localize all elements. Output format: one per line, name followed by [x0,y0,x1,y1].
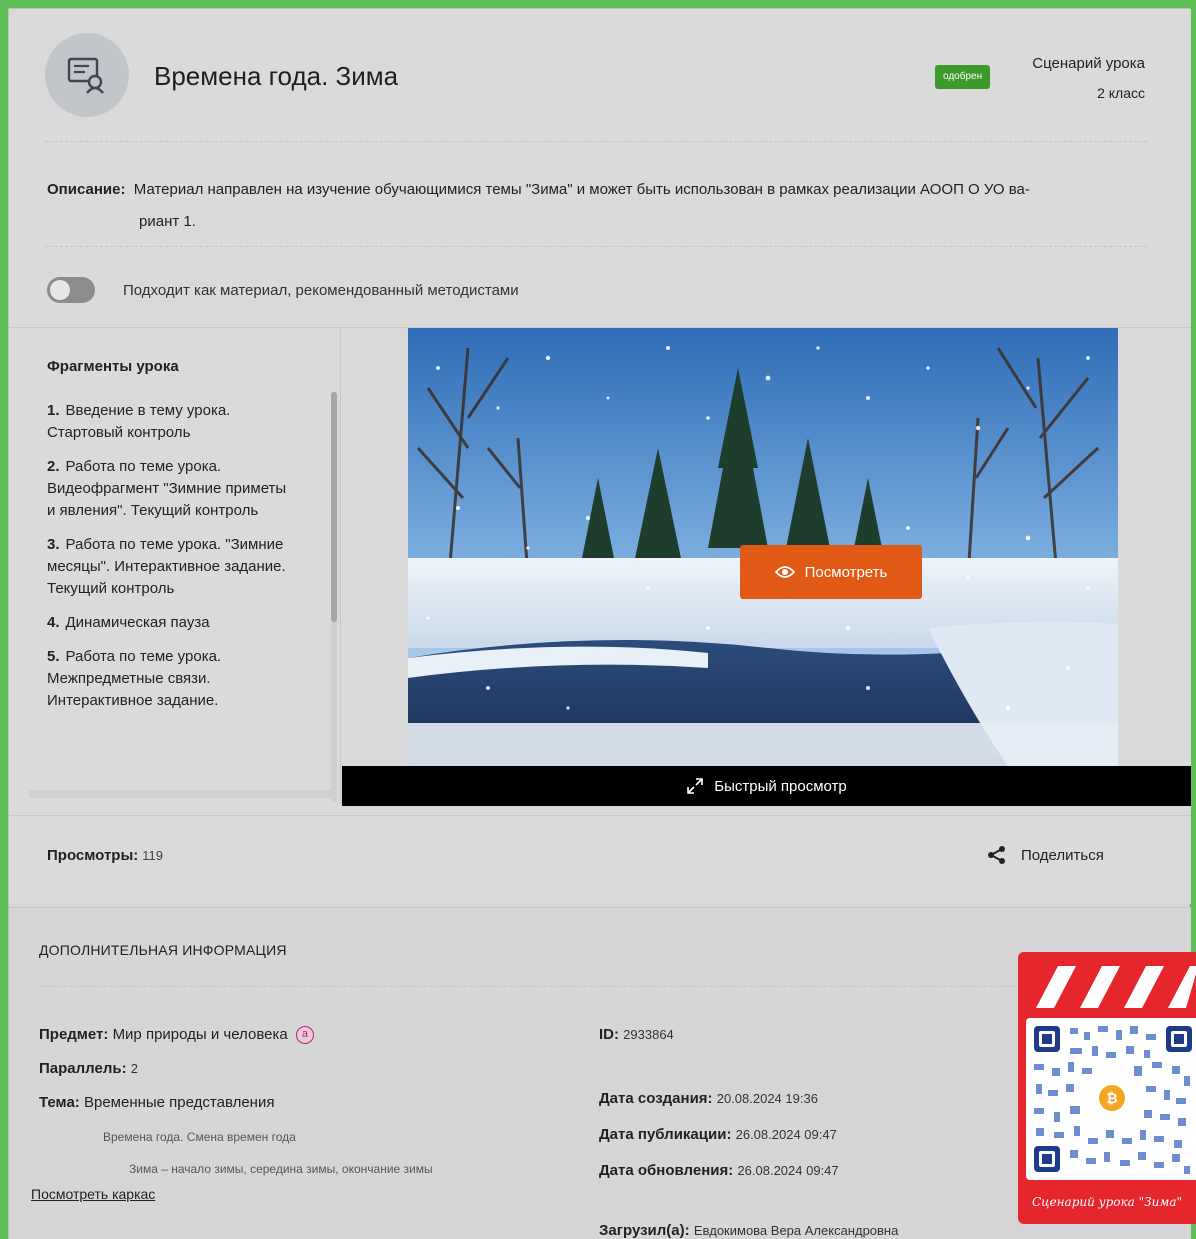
qr-code: ₿ [1026,1018,1196,1180]
created-label: Дата создания: [599,1090,713,1107]
qr-code-card[interactable]: ₿ Сценарий урока "Зима" [1018,952,1196,1224]
description: Описание: Материал направлен на изучение… [47,174,1147,238]
fragment-number: 1. [47,402,60,419]
toggle-knob [50,280,70,300]
created-date-field: Дата создания: 20.08.2024 19:36 [599,1090,818,1107]
subject-field: Предмет: Мир природы и человека a [39,1026,314,1045]
divider [45,141,1147,142]
topic-label: Тема: [39,1094,80,1111]
updated-label: Дата обновления: [599,1162,734,1179]
scrollbar-thumb[interactable] [331,392,337,622]
clapperboard-icon [1018,952,1196,1014]
uploader-field: Загрузил(а): Евдокимова Вера Александров… [599,1222,898,1239]
view-frame-link[interactable]: Посмотреть каркас [31,1186,155,1202]
recommended-toggle-row: Подходит как материал, рекомендованный м… [47,277,519,303]
topic-field: Тема: Временные представления [39,1094,274,1111]
lesson-fragments-panel: Фрагменты урока 1. Введение в тему урока.… [9,328,341,804]
share-icon [988,846,1005,864]
fragment-text: Введение в тему урока. Стартовый контрол… [47,402,231,441]
svg-text:₿: ₿ [1106,1091,1117,1107]
fragment-text: Работа по теме урока. "Зимние месяцы". И… [47,536,286,597]
fragment-text: Работа по теме урока. Видеофрагмент "Зим… [47,458,287,519]
material-type-avatar [45,33,129,117]
views-counter: Просмотры: 119 [47,847,163,864]
page-frame: Времена года. Зима одобрен Сценарий урок… [8,8,1191,1239]
description-text-line2: риант 1. [139,213,196,230]
fragments-scroll-track [29,790,331,798]
published-value: 26.08.2024 09:47 [735,1127,837,1142]
fragment-item[interactable]: 4. Динамическая пауза [47,612,297,634]
qr-caption: Сценарий урока "Зима" [1031,1195,1183,1209]
updated-date-field: Дата обновления: 26.08.2024 09:47 [599,1162,839,1179]
divider [9,815,1191,816]
fragment-number: 4. [47,614,60,631]
subject-value: Мир природы и человека [112,1026,288,1043]
updated-value: 26.08.2024 09:47 [737,1163,839,1178]
fragments-scrollbar[interactable] [331,392,337,802]
topic-subtopic-1: Времена года. Смена времен года [103,1130,296,1144]
description-label: Описание: [47,181,126,198]
recommended-toggle-label: Подходит как материал, рекомендованный м… [123,281,519,299]
additional-info-title: ДОПОЛНИТЕЛЬНАЯ ИНФОРМАЦИЯ [39,942,287,958]
fragment-number: 3. [47,536,60,553]
published-date-field: Дата публикации: 26.08.2024 09:47 [599,1126,837,1143]
subject-level-badge: a [295,1026,314,1045]
id-value: 2933864 [623,1027,674,1042]
divider [39,986,1147,987]
lesson-scenario-icon [67,57,104,94]
fragment-text: Динамическая пауза [65,614,210,631]
id-field: ID: 2933864 [599,1026,674,1043]
views-count: 119 [142,848,163,863]
view-button[interactable]: Посмотреть [740,545,922,599]
subject-label: Предмет: [39,1026,109,1043]
topic-value: Временные представления [83,1094,275,1111]
eye-icon [774,566,795,578]
status-badge: одобрен [935,65,991,89]
additional-info-card: ДОПОЛНИТЕЛЬНАЯ ИНФОРМАЦИЯ Предмет: Мир п… [9,907,1191,1239]
share-button[interactable]: Поделиться [987,845,1104,865]
created-value: 20.08.2024 19:36 [716,1091,818,1106]
fragment-item[interactable]: 1. Введение в тему урока. Стартовый контр… [47,400,297,444]
expand-icon [687,778,704,794]
fragment-item[interactable]: 5. Работа по теме урока. Межпредметные св… [47,646,297,712]
winter-landscape-image: Посмотреть [408,328,1118,766]
material-title: Времена года. Зима [154,61,399,91]
material-type-label: Сценарий урока [1032,55,1145,72]
published-label: Дата публикации: [599,1126,732,1143]
divider [45,246,1147,247]
uploader-value: Евдокимова Вера Александровна [693,1223,899,1238]
fragment-item[interactable]: 2. Работа по теме урока. Видеофрагмент "З… [47,456,297,522]
qr-code-icon: ₿ [1034,1026,1192,1174]
quick-view-button[interactable]: Быстрый просмотр [342,766,1191,806]
fragment-number: 2. [47,458,60,475]
topic-subtopic-2: Зима – начало зимы, середина зимы, оконч… [129,1162,433,1176]
fragment-item[interactable]: 3. Работа по теме урока. "Зимние месяцы".… [47,534,297,600]
fragments-heading: Фрагменты урока [47,358,179,375]
description-text-line1: Материал направлен на изучение обучающим… [133,181,1030,198]
share-label: Поделиться [1021,846,1104,864]
views-label: Просмотры: [47,847,139,864]
parallel-label: Параллель: [39,1060,127,1077]
preview-panel: Посмотреть Быстрый просмотр [342,328,1191,806]
parallel-value: 2 [130,1061,138,1076]
fragment-number: 5. [47,648,60,665]
fragment-text: Работа по теме урока. Межпредметные связ… [47,648,222,709]
id-label: ID: [599,1026,619,1043]
material-header: Времена года. Зима одобрен Сценарий урок… [9,9,1191,149]
grade-label: 2 класс [1097,85,1145,101]
fragments-list: 1. Введение в тему урока. Стартовый контр… [47,400,297,724]
quick-view-label: Быстрый просмотр [714,777,847,795]
parallel-field: Параллель: 2 [39,1060,138,1077]
uploader-label: Загрузил(а): [599,1222,690,1239]
view-button-label: Посмотреть [804,563,888,581]
recommended-toggle[interactable] [47,277,95,303]
material-card: Времена года. Зима одобрен Сценарий урок… [9,9,1191,904]
